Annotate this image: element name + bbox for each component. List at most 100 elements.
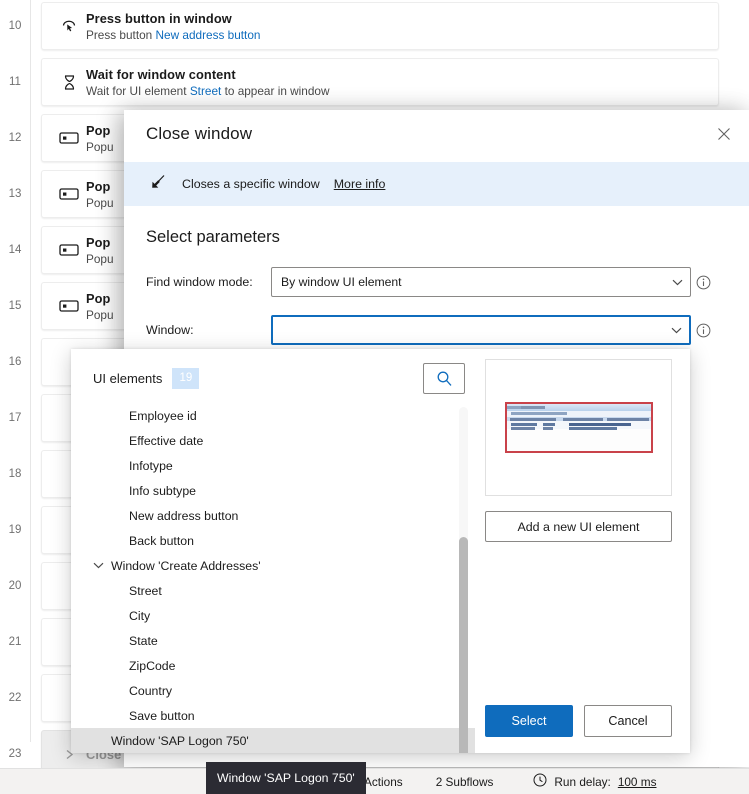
action-subtitle: Popu — [86, 307, 114, 322]
action-text: Pop Popu — [86, 291, 114, 322]
row-number: 10 — [8, 20, 22, 32]
row-number: 13 — [8, 188, 22, 200]
action-text: Pop Popu — [86, 235, 114, 266]
find-window-mode-row: Find window mode: By window UI element — [146, 267, 715, 297]
tree-item[interactable]: Back button — [71, 528, 475, 553]
find-window-mode-value: By window UI element — [281, 275, 402, 289]
window-dropdown[interactable] — [271, 315, 691, 345]
tree-item[interactable]: Effective date — [71, 428, 475, 453]
flow-row[interactable]: 11 Wait for window content Wait for UI e… — [0, 58, 749, 106]
tree-group-create-addresses[interactable]: Window 'Create Addresses' — [71, 553, 475, 578]
action-description-banner: Closes a specific window More info — [124, 162, 749, 206]
subtitle-link[interactable]: Street — [190, 84, 221, 98]
tree-item[interactable]: City — [71, 603, 475, 628]
action-text: Pop Popu — [86, 179, 114, 210]
action-title: Pop — [86, 290, 111, 306]
status-actions: Actions — [364, 774, 403, 789]
tree-item[interactable]: Country — [71, 678, 475, 703]
preview-box — [485, 359, 672, 496]
tree-item-label: Infotype — [129, 458, 173, 473]
row-number: 20 — [8, 580, 22, 592]
action-title: Pop — [86, 122, 111, 138]
select-button[interactable]: Select — [485, 705, 573, 737]
tree-item[interactable]: Info subtype — [71, 478, 475, 503]
tree-group-sap-logon[interactable]: Window 'SAP Logon 750' — [71, 728, 475, 753]
press-button-icon — [52, 17, 86, 36]
ui-elements-list-pane: UI elements 19 Employee id Effective dat… — [71, 349, 475, 753]
chevron-down-icon[interactable] — [93, 562, 111, 569]
row-number: 17 — [8, 412, 22, 424]
action-title: Pop — [86, 178, 111, 194]
action-title: Press button in window — [86, 10, 232, 26]
tree-item-label: Employee id — [129, 408, 197, 423]
find-window-mode-label: Find window mode: — [146, 275, 253, 289]
window-thumbnail-image — [504, 402, 653, 453]
action-text: Pop Popu — [86, 123, 114, 154]
action-description: Closes a specific window — [182, 177, 320, 191]
ui-elements-title: UI elements — [93, 370, 163, 386]
row-number: 16 — [8, 356, 22, 368]
row-number: 18 — [8, 468, 22, 480]
tree-item[interactable]: Employee id — [71, 403, 475, 428]
chevron-down-icon — [669, 327, 683, 334]
tree-item-label: City — [129, 608, 151, 623]
action-text: Press button in window Press button New … — [86, 11, 260, 42]
tree-item-label: Back button — [129, 533, 194, 548]
hourglass-icon — [52, 73, 86, 92]
action-subtitle: Popu — [86, 195, 114, 210]
tree-item[interactable]: State — [71, 628, 475, 653]
tree-item-label: New address button — [129, 508, 239, 523]
tooltip: Window 'SAP Logon 750' — [206, 762, 366, 794]
action-title: Pop — [86, 234, 111, 250]
picker-action-buttons: Select Cancel — [485, 705, 672, 753]
row-number: 11 — [9, 76, 21, 88]
subtitle-link[interactable]: New address button — [156, 28, 261, 42]
action-subtitle: Press button New address button — [86, 28, 260, 42]
dialog-header: Close window — [124, 110, 749, 158]
ui-elements-tree[interactable]: Employee id Effective date Infotype Info… — [71, 397, 475, 753]
action-subtitle: Popu — [86, 251, 114, 266]
status-run-delay: Run delay: 100 ms — [533, 773, 657, 790]
tree-item[interactable]: Infotype — [71, 453, 475, 478]
tree-item-label: Window 'SAP Logon 750' — [111, 733, 249, 748]
populate-text-field-icon — [52, 187, 86, 201]
row-number: 12 — [8, 132, 22, 144]
status-bar: Actions 2 Subflows Run delay: 100 ms — [0, 768, 749, 794]
tree-scrollbar-thumb[interactable] — [459, 537, 468, 753]
tree-item[interactable]: Street — [71, 578, 475, 603]
tree-item[interactable]: New address button — [71, 503, 475, 528]
tree-item[interactable]: ZipCode — [71, 653, 475, 678]
action-subtitle: Wait for UI element Street to appear in … — [86, 84, 330, 98]
find-window-mode-info-icon[interactable] — [691, 275, 715, 290]
run-delay-value[interactable]: 100 ms — [618, 775, 657, 789]
ui-element-preview-pane: Add a new UI element Select Cancel — [475, 349, 690, 753]
close-icon[interactable] — [707, 119, 741, 149]
parameters-title: Select parameters — [146, 228, 280, 246]
row-number: 19 — [8, 524, 22, 536]
ui-elements-picker: UI elements 19 Employee id Effective dat… — [71, 349, 690, 753]
search-icon[interactable] — [423, 362, 465, 394]
action-card[interactable]: Press button in window Press button New … — [41, 2, 719, 50]
more-info-link[interactable]: More info — [334, 177, 386, 191]
close-window-arrow-icon — [148, 172, 168, 197]
find-window-mode-dropdown[interactable]: By window UI element — [271, 267, 691, 297]
add-new-ui-element-button[interactable]: Add a new UI element — [485, 511, 672, 542]
window-info-icon[interactable] — [691, 323, 715, 338]
tree-item-label: Effective date — [129, 433, 204, 448]
tree-item-label: Country — [129, 683, 173, 698]
cancel-button[interactable]: Cancel — [584, 705, 672, 737]
dialog-title: Close window — [146, 124, 253, 143]
row-number: 22 — [8, 692, 22, 704]
tree-item[interactable]: Save button — [71, 703, 475, 728]
tree-scrollbar-track[interactable] — [459, 407, 468, 753]
parameters-section: Select parameters Find window mode: By w… — [124, 206, 749, 345]
row-number: 15 — [8, 300, 22, 312]
clock-icon — [533, 773, 547, 790]
tree-item-label: Window 'Create Addresses' — [111, 558, 261, 573]
flow-row[interactable]: 10 Press button in window Press button N… — [0, 2, 749, 50]
status-subflows: 2 Subflows — [435, 774, 494, 789]
chevron-down-icon — [670, 279, 684, 286]
action-title: Wait for window content — [86, 66, 236, 82]
row-number: 14 — [8, 244, 22, 256]
action-card[interactable]: Wait for window content Wait for UI elem… — [41, 58, 719, 106]
